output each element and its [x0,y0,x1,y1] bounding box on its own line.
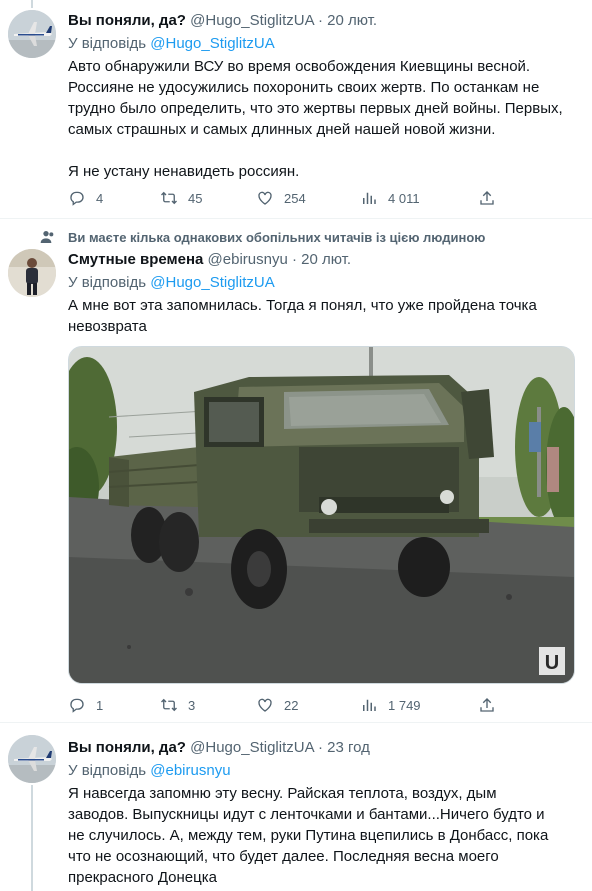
views-icon [363,699,376,711]
views-count: 1 749 [388,697,421,713]
tweet-text: Я навсегда запомню эту весну. Райская те… [68,783,558,888]
heart-icon [258,191,272,205]
tweet-paragraph: Я не устану ненавидеть россиян. [68,163,300,180]
views-icon [363,192,376,204]
reply-button[interactable]: 1 [68,696,103,714]
reply-icon [70,698,84,713]
reply-to-link[interactable]: @Hugo_StiglitzUA [150,274,274,291]
tweet[interactable]: Вы поняли, да? @Hugo_StiglitzUA · 23 год… [0,723,592,891]
timestamp[interactable]: · 20 лют. [292,251,351,268]
reply-context: У відповідь @Hugo_StiglitzUA [68,35,275,52]
reply-context: У відповідь @ebirusnyu [68,762,231,779]
reply-button[interactable]: 4 [68,189,103,207]
share-button[interactable] [478,696,506,714]
reply-prefix: У відповідь [68,35,147,52]
like-button[interactable]: 22 [256,696,298,714]
reply-to-link[interactable]: @ebirusnyu [150,762,230,779]
reply-count: 4 [96,190,104,206]
retweet-icon [161,191,177,205]
tweet-text: А мне вот эта запомнилась. Тогда я понял… [68,295,573,337]
timestamp[interactable]: · 20 лют. [318,12,377,29]
display-name[interactable]: Вы поняли, да? [68,739,186,756]
views-count: 4 011 [388,190,420,206]
reply-prefix: У відповідь [68,274,147,291]
thread-line [31,785,33,891]
social-context: Ви маєте кілька однакових обопільних чит… [68,230,486,245]
reply-to-link[interactable]: @Hugo_StiglitzUA [150,35,274,52]
display-name[interactable]: Вы поняли, да? [68,12,186,29]
tweet-paragraph: А мне вот эта запомнилась. Тогда я понял… [68,297,537,335]
tweet-paragraph: Я навсегда запомню эту весну. Райская те… [68,785,549,886]
tweet-photo[interactable]: U [68,346,575,684]
retweet-button[interactable]: 3 [160,696,195,714]
reply-prefix: У відповідь [68,762,147,779]
timestamp[interactable]: · 23 год [318,739,370,756]
heart-icon [258,698,272,712]
views-button[interactable]: 1 749 [360,696,421,714]
reply-icon [70,191,84,206]
avatar[interactable] [8,10,56,58]
tweet-actions: 1 3 22 1 749 [68,696,508,716]
retweet-count: 3 [188,697,196,713]
retweet-icon [161,698,177,712]
reply-count: 1 [96,697,104,713]
retweet-button[interactable]: 45 [160,189,202,207]
username[interactable]: @Hugo_StiglitzUA [190,12,314,29]
retweet-count: 45 [188,190,203,206]
username[interactable]: @Hugo_StiglitzUA [190,739,314,756]
views-button[interactable]: 4 011 [360,189,420,207]
tweet[interactable]: Вы поняли, да? @Hugo_StiglitzUA · 20 лют… [0,0,592,218]
tweet-actions: 4 45 254 4 011 [68,189,508,209]
like-count: 254 [284,190,306,206]
avatar[interactable] [8,735,56,783]
display-name[interactable]: Смутные времена [68,251,203,268]
tweet-text: Авто обнаружили ВСУ во время освобождени… [68,56,573,182]
like-button[interactable]: 254 [256,189,306,207]
mutual-followers-icon [40,231,54,243]
tweet-header: Вы поняли, да? @Hugo_StiglitzUA · 20 лют… [68,12,377,29]
tweet[interactable]: Ви маєте кілька однакових обопільних чит… [0,219,592,721]
photo-watermark: U [545,652,559,674]
avatar[interactable] [8,249,56,297]
share-icon [480,191,494,205]
share-icon [480,698,494,712]
like-count: 22 [284,697,299,713]
tweet-paragraph: Авто обнаружили ВСУ во время освобождени… [68,58,563,138]
tweet-header: Вы поняли, да? @Hugo_StiglitzUA · 23 год [68,739,370,756]
tweet-header: Смутные времена @ebirusnyu · 20 лют. [68,251,351,268]
share-button[interactable] [478,189,506,207]
username[interactable]: @ebirusnyu [208,251,288,268]
reply-context: У відповідь @Hugo_StiglitzUA [68,274,275,291]
